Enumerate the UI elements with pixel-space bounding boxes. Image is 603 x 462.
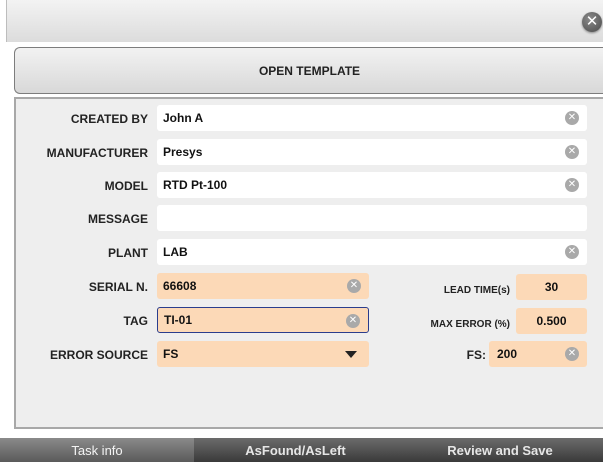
tag-value: TI-01 xyxy=(164,313,193,327)
tab-task-info-label: Task info xyxy=(71,442,123,458)
model-value: RTD Pt-100 xyxy=(163,178,228,192)
lead-time-value: 30 xyxy=(544,280,559,294)
lead-time-field[interactable]: 30 xyxy=(516,274,587,300)
clear-icon[interactable]: ✕ xyxy=(347,279,361,293)
clear-icon[interactable]: ✕ xyxy=(565,178,579,192)
tag-label: TAG xyxy=(123,314,148,328)
tag-field[interactable]: TI-01 ✕ xyxy=(157,307,369,333)
max-error-field[interactable]: 0.500 xyxy=(516,308,587,334)
error-source-label: ERROR SOURCE xyxy=(49,348,148,362)
clear-icon[interactable]: ✕ xyxy=(565,111,579,125)
model-field[interactable]: RTD Pt-100 ✕ xyxy=(157,172,587,198)
clear-icon[interactable]: ✕ xyxy=(565,245,579,259)
serial-field[interactable]: 66608 ✕ xyxy=(157,273,369,299)
serial-label: SERIAL N. xyxy=(88,280,148,294)
model-label: MODEL xyxy=(104,179,148,193)
title-bar: ✕ xyxy=(6,0,603,42)
serial-value: 66608 xyxy=(163,279,197,293)
tab-review-and-save[interactable]: Review and Save xyxy=(397,438,603,462)
template-window: ✕ OPEN TEMPLATE CREATED BY John A ✕ MANU… xyxy=(0,0,603,462)
fs-field[interactable]: 200 ✕ xyxy=(489,341,587,367)
plant-value: LAB xyxy=(163,245,188,259)
open-template-button[interactable]: OPEN TEMPLATE xyxy=(14,47,603,94)
fs-value: 200 xyxy=(497,347,518,361)
open-template-label: OPEN TEMPLATE xyxy=(258,63,361,78)
max-error-label: MAX ERROR (%) xyxy=(430,319,510,330)
tab-review-and-save-label: Review and Save xyxy=(447,442,553,458)
plant-label: PLANT xyxy=(108,246,148,260)
max-error-value: 0.500 xyxy=(536,314,567,328)
fs-label: FS: xyxy=(466,348,486,362)
clear-icon[interactable]: ✕ xyxy=(346,314,360,328)
manufacturer-field[interactable]: Presys ✕ xyxy=(157,139,587,165)
manufacturer-label: MANUFACTURER xyxy=(46,146,148,160)
created-by-field[interactable]: John A ✕ xyxy=(157,105,587,131)
plant-field[interactable]: LAB ✕ xyxy=(157,239,587,265)
clear-icon[interactable]: ✕ xyxy=(565,347,579,361)
lead-time-label: LEAD TIME(s) xyxy=(443,285,510,296)
message-label: MESSAGE xyxy=(87,212,148,226)
bottom-tab-bar: Task info AsFound/AsLeft Review and Save xyxy=(0,438,603,462)
tab-asfound-asleft-label: AsFound/AsLeft xyxy=(245,442,346,458)
error-source-value: FS xyxy=(163,347,179,361)
tab-asfound-asleft[interactable]: AsFound/AsLeft xyxy=(194,438,397,462)
created-by-value: John A xyxy=(163,111,204,125)
close-icon[interactable]: ✕ xyxy=(582,12,602,32)
created-by-label: CREATED BY xyxy=(70,112,148,126)
message-field[interactable] xyxy=(157,205,587,231)
tab-task-info[interactable]: Task info xyxy=(0,438,194,462)
manufacturer-value: Presys xyxy=(163,145,203,159)
clear-icon[interactable]: ✕ xyxy=(565,145,579,159)
error-source-select[interactable]: FS xyxy=(157,341,369,367)
chevron-down-icon[interactable] xyxy=(345,351,357,358)
